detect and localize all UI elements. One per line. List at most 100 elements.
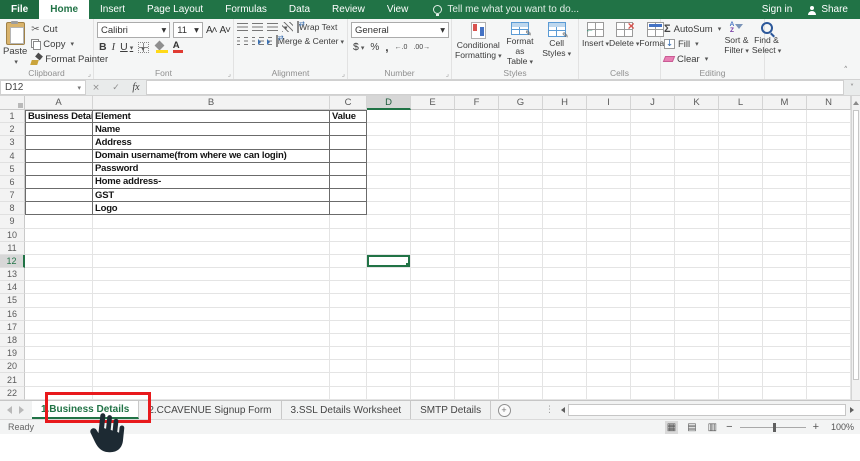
grid-cell-H19[interactable] <box>543 347 587 360</box>
grid-cell-K20[interactable] <box>675 360 719 373</box>
zoom-slider-handle[interactable] <box>773 423 776 432</box>
grid-cell-A19[interactable] <box>25 347 93 360</box>
grid-cell-A13[interactable] <box>25 268 93 281</box>
grid-cell-K19[interactable] <box>675 347 719 360</box>
grid-cell-K3[interactable] <box>675 136 719 149</box>
grid-cell-E19[interactable] <box>411 347 455 360</box>
grid-cell-D10[interactable] <box>367 229 411 242</box>
align-middle-button[interactable] <box>252 23 263 31</box>
grid-cell-C20[interactable] <box>330 360 367 373</box>
grid-cell-N5[interactable] <box>807 163 851 176</box>
grid-cell-M2[interactable] <box>763 123 807 136</box>
column-header-F[interactable]: F <box>455 96 499 110</box>
grid-cell-E17[interactable] <box>411 321 455 334</box>
grid-cell-E11[interactable] <box>411 242 455 255</box>
scroll-up-icon[interactable] <box>853 98 859 105</box>
row-header-2[interactable]: 2 <box>0 123 25 136</box>
grid-cell-J6[interactable] <box>631 176 675 189</box>
grid-cell-A9[interactable] <box>25 215 93 228</box>
grid-cell-B18[interactable] <box>93 334 330 347</box>
merge-center-button[interactable]: Merge & Center <box>276 36 344 46</box>
grid-cell-F10[interactable] <box>455 229 499 242</box>
grid-cell-C5[interactable] <box>330 163 367 176</box>
grid-cell-G15[interactable] <box>499 294 543 307</box>
grid-cell-C22[interactable] <box>330 387 367 400</box>
grid-cell-H13[interactable] <box>543 268 587 281</box>
column-header-J[interactable]: J <box>631 96 675 110</box>
grid-cell-D7[interactable] <box>367 189 411 202</box>
grid-cell-L1[interactable] <box>719 110 763 123</box>
grid-cell-J8[interactable] <box>631 202 675 215</box>
grid-cell-L2[interactable] <box>719 123 763 136</box>
grid-cell-N7[interactable] <box>807 189 851 202</box>
grid-cell-D12[interactable] <box>367 255 411 268</box>
cancel-entry-button[interactable]: × <box>86 83 106 93</box>
horizontal-scrollbar[interactable] <box>568 401 846 419</box>
grid-cell-H18[interactable] <box>543 334 587 347</box>
sort-filter-button[interactable]: AZ Sort & Filter <box>724 22 749 67</box>
grid-cell-F14[interactable] <box>455 281 499 294</box>
grid-cell-D1[interactable] <box>367 110 411 123</box>
column-header-D[interactable]: D <box>367 96 411 110</box>
grid-cell-B13[interactable] <box>93 268 330 281</box>
orientation-button[interactable] <box>282 22 293 32</box>
grid-cell-J20[interactable] <box>631 360 675 373</box>
grid-cell-H9[interactable] <box>543 215 587 228</box>
grid-cell-D3[interactable] <box>367 136 411 149</box>
grid-cell-B15[interactable] <box>93 294 330 307</box>
grid-cell-E3[interactable] <box>411 136 455 149</box>
grid-cell-C4[interactable] <box>330 150 367 163</box>
grid-cell-E12[interactable] <box>411 255 455 268</box>
grid-cell-C6[interactable] <box>330 176 367 189</box>
grid-cell-M19[interactable] <box>763 347 807 360</box>
grid-cell-D14[interactable] <box>367 281 411 294</box>
grid-cell-M3[interactable] <box>763 136 807 149</box>
grid-cell-N16[interactable] <box>807 308 851 321</box>
grid-cell-J16[interactable] <box>631 308 675 321</box>
column-header-G[interactable]: G <box>499 96 543 110</box>
new-sheet-button[interactable]: + <box>491 401 517 419</box>
grid-cell-L8[interactable] <box>719 202 763 215</box>
grid-cell-G6[interactable] <box>499 176 543 189</box>
grid-cell-F12[interactable] <box>455 255 499 268</box>
grid-cell-J21[interactable] <box>631 373 675 386</box>
grid-cell-J4[interactable] <box>631 150 675 163</box>
grid-cell-K16[interactable] <box>675 308 719 321</box>
grid-cell-K1[interactable] <box>675 110 719 123</box>
grid-cell-I21[interactable] <box>587 373 631 386</box>
tab-formulas[interactable]: Formulas <box>214 0 278 19</box>
bold-button[interactable]: B <box>99 41 107 53</box>
font-dialog-launcher[interactable]: ⌟ <box>228 70 231 78</box>
insert-cells-button[interactable]: Insert <box>582 22 609 67</box>
column-header-E[interactable]: E <box>411 96 455 110</box>
grid-cell-I20[interactable] <box>587 360 631 373</box>
grid-cell-G3[interactable] <box>499 136 543 149</box>
grid-cell-F8[interactable] <box>455 202 499 215</box>
grid-cell-N20[interactable] <box>807 360 851 373</box>
row-header-11[interactable]: 11 <box>0 242 25 255</box>
grid-cell-L10[interactable] <box>719 229 763 242</box>
row-header-1[interactable]: 1 <box>0 110 25 123</box>
grid-cell-L14[interactable] <box>719 281 763 294</box>
grid-cell-I14[interactable] <box>587 281 631 294</box>
column-header-C[interactable]: C <box>330 96 367 110</box>
increase-indent-button[interactable] <box>268 37 272 45</box>
grid-cell-H3[interactable] <box>543 136 587 149</box>
grid-cell-N4[interactable] <box>807 150 851 163</box>
grid-cell-L20[interactable] <box>719 360 763 373</box>
grid-cell-L22[interactable] <box>719 387 763 400</box>
grid-cell-A18[interactable] <box>25 334 93 347</box>
grid-cell-F15[interactable] <box>455 294 499 307</box>
grid-cell-I6[interactable] <box>587 176 631 189</box>
grid-cell-H6[interactable] <box>543 176 587 189</box>
collapse-ribbon-button[interactable]: ˄ <box>844 66 849 76</box>
grid-cell-H11[interactable] <box>543 242 587 255</box>
grid-cell-I15[interactable] <box>587 294 631 307</box>
grid-cell-N21[interactable] <box>807 373 851 386</box>
grid-cell-A17[interactable] <box>25 321 93 334</box>
grid-cell-E16[interactable] <box>411 308 455 321</box>
grid-cell-I22[interactable] <box>587 387 631 400</box>
grid-cell-C8[interactable] <box>330 202 367 215</box>
grid-cell-N6[interactable] <box>807 176 851 189</box>
grid-cell-L12[interactable] <box>719 255 763 268</box>
